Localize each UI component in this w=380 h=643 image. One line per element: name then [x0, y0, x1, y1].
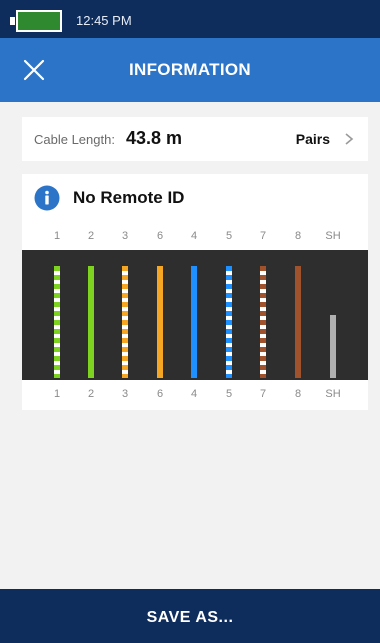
pin-label-bottom: 2	[87, 388, 95, 400]
save-as-button[interactable]: SAVE AS...	[0, 589, 380, 643]
status-time: 12:45 PM	[76, 13, 132, 28]
pin-label-bottom: 5	[225, 388, 233, 400]
chevron-right-icon	[345, 133, 354, 145]
pin-label-top: 6	[156, 230, 164, 242]
pin-label-top: 5	[225, 230, 233, 242]
pin-label-top: 7	[259, 230, 267, 242]
cable-length-card: Cable Length: 43.8 m Pairs	[22, 117, 368, 161]
pairs-button[interactable]: Pairs	[278, 117, 368, 161]
pin-label-bottom: 4	[190, 388, 198, 400]
wire-2	[88, 266, 94, 378]
wire-6	[157, 266, 163, 378]
pin-label-top: 1	[53, 230, 61, 242]
wire-SH	[330, 315, 336, 378]
app-bar: INFORMATION	[0, 38, 380, 102]
status-bar: 12:45 PM	[0, 0, 380, 38]
page-title: INFORMATION	[129, 60, 251, 79]
cable-length-label: Cable Length:	[34, 132, 115, 147]
wire-7	[260, 266, 266, 378]
pin-label-top: 2	[87, 230, 95, 242]
save-as-label: SAVE AS...	[146, 609, 234, 626]
pin-label-bottom: 3	[121, 388, 129, 400]
info-icon	[34, 185, 60, 211]
pin-row-top: 1 2 3 6 4 5 7 8 SH	[22, 230, 368, 246]
pin-label-top: 4	[190, 230, 198, 242]
wire-8	[295, 266, 301, 378]
pin-label-bottom: 8	[294, 388, 302, 400]
pin-label-bottom: 6	[156, 388, 164, 400]
pairs-label: Pairs	[295, 131, 330, 147]
wire-4	[191, 266, 197, 378]
wiremap-card: No Remote ID 1 2 3 6 4 5 7 8 SH 1 2 3 6 4 5 7 8 SH	[22, 174, 368, 410]
wire-1	[54, 266, 60, 378]
cable-length-value: 43.8 m	[126, 128, 183, 148]
pin-label-top: SH	[325, 230, 341, 242]
remote-id-title: No Remote ID	[73, 188, 185, 207]
pin-label-bottom: SH	[325, 388, 341, 400]
wire-5	[226, 266, 232, 378]
pin-label-bottom: 1	[53, 388, 61, 400]
pin-label-bottom: 7	[259, 388, 267, 400]
pin-row-bottom: 1 2 3 6 4 5 7 8 SH	[22, 388, 368, 404]
wire-3	[122, 266, 128, 378]
battery-tip	[10, 17, 15, 25]
pin-label-top: 8	[294, 230, 302, 242]
pin-label-top: 3	[121, 230, 129, 242]
wire-panel	[22, 250, 368, 380]
battery-icon	[16, 10, 62, 32]
